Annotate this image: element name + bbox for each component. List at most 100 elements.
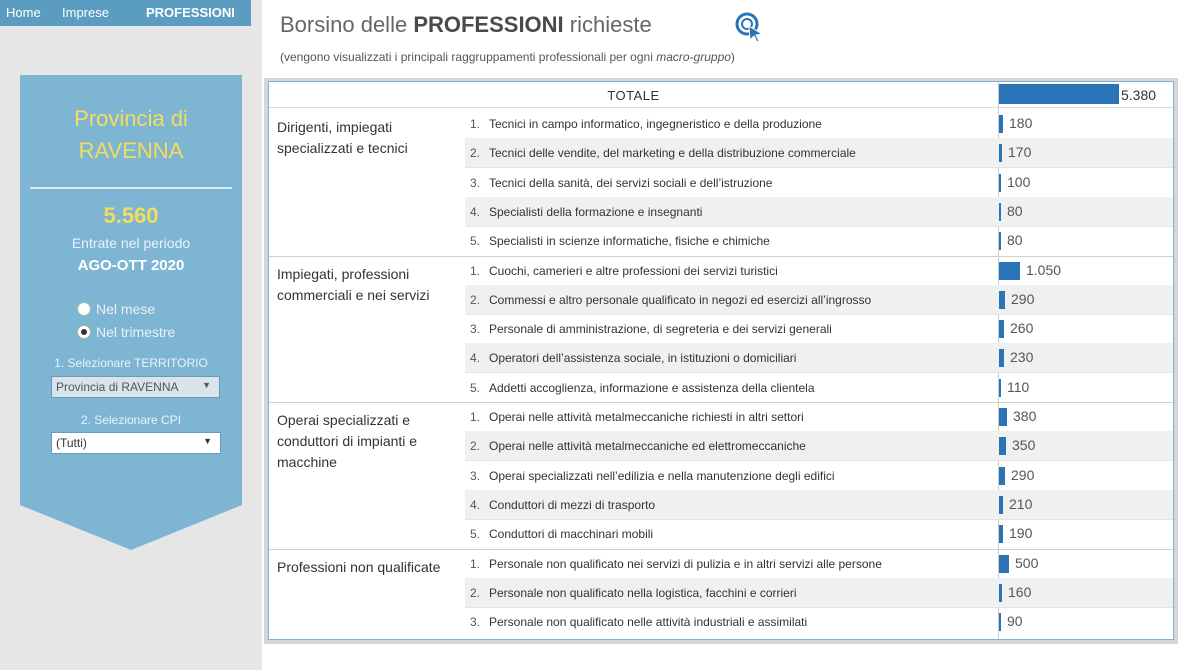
row-number: 2.: [470, 439, 481, 454]
group-block: Dirigenti, impiegati specializzati e tec…: [269, 109, 1173, 256]
value-bar: [999, 525, 1003, 544]
subtitle-pre: (vengono visualizzati i principali raggr…: [280, 50, 657, 64]
radio-mese-label: Nel mese: [96, 301, 156, 317]
table-row[interactable]: 1. Personale non qualificato nei servizi …: [465, 549, 1173, 579]
nav-imprese-link[interactable]: Imprese: [62, 5, 109, 20]
row-number: 3.: [470, 175, 481, 190]
row-description: Personale non qualificato nelle attività…: [489, 615, 808, 630]
province-title: Provincia di RAVENNA: [20, 103, 242, 167]
cpi-dropdown[interactable]: (Tutti) ▼: [51, 432, 221, 454]
row-description: Cuochi, camerieri e altre professioni de…: [489, 263, 778, 278]
row-description: Tecnici in campo informatico, ingegneris…: [489, 117, 822, 131]
value-bar: [999, 495, 1003, 514]
total-entrate-value: 5.560: [103, 203, 159, 228]
territorio-dropdown[interactable]: Provincia di RAVENNA ▼: [51, 376, 220, 398]
nav-professioni-link[interactable]: PROFESSIONI: [146, 5, 235, 20]
table-frame: TOTALE 5.380 Dirigenti, impiegati specia…: [264, 78, 1178, 644]
filter-panel: Provincia di RAVENNA 5.560 Entrate nel p…: [20, 75, 242, 550]
table-row[interactable]: 2. Commessi e altro personale qualificato…: [465, 284, 1173, 315]
value-bar: [999, 115, 1003, 133]
row-number: 3.: [470, 322, 481, 337]
row-description: Personale non qualificato nella logistic…: [489, 585, 797, 600]
value-bar: [999, 173, 1001, 192]
value-bar: [999, 349, 1004, 368]
table-row[interactable]: 3. Operai specializzati nell’edilizia e n…: [465, 461, 1173, 491]
row-value: 80: [1007, 202, 1023, 219]
row-number: 2.: [470, 146, 481, 161]
row-value: 290: [1011, 290, 1035, 307]
row-number: 3.: [470, 615, 481, 630]
group-label: Professioni non qualificate: [277, 558, 441, 575]
group-block: Impiegati, professioni commerciali e nei…: [269, 256, 1173, 403]
row-value: 1.050: [1026, 261, 1062, 278]
row-number: 2.: [470, 292, 481, 307]
entrate-label: Entrate nel periodo: [71, 235, 191, 251]
row-number: 4.: [470, 204, 481, 219]
row-value: 80: [1007, 232, 1023, 249]
table-row[interactable]: 1. Operai nelle attività metalmeccaniche …: [465, 402, 1173, 432]
province-line2: RAVENNA: [78, 138, 184, 163]
radio-nel-trimestre[interactable]: Nel trimestre: [77, 324, 175, 340]
value-bar: [999, 613, 1001, 632]
radio-trimestre-circle[interactable]: [77, 325, 91, 339]
row-number: 1.: [470, 117, 481, 131]
row-number: 5.: [470, 527, 481, 542]
row-description: Tecnici della sanità, dei servizi social…: [489, 175, 773, 190]
row-number: 5.: [470, 380, 481, 395]
row-value: 90: [1007, 613, 1023, 630]
table-row[interactable]: 3. Personale di amministrazione, di segre…: [465, 314, 1173, 345]
radio-trimestre-label: Nel trimestre: [96, 324, 176, 340]
table-row[interactable]: 5. Conduttori di macchinari mobili 190: [465, 519, 1173, 548]
value-bar: [999, 378, 1001, 397]
value-bar: [999, 437, 1006, 456]
subtitle-post: ): [730, 50, 735, 64]
page-subtitle: (vengono visualizzati i principali raggr…: [280, 50, 735, 64]
radio-nel-mese[interactable]: Nel mese: [77, 301, 155, 317]
value-bar: [999, 554, 1009, 573]
table-row[interactable]: 5. Specialisti in scienze informatiche, f…: [465, 226, 1173, 255]
table-row[interactable]: 3. Personale non qualificato nelle attivi…: [465, 607, 1173, 636]
table-row[interactable]: 3. Tecnici della sanità, dei servizi soci…: [465, 168, 1173, 198]
table-row[interactable]: 4. Operatori dell’assistenza sociale, in …: [465, 343, 1173, 374]
professions-table: TOTALE 5.380 Dirigenti, impiegati specia…: [268, 81, 1174, 640]
row-description: Tecnici delle vendite, del marketing e d…: [489, 146, 856, 161]
table-row[interactable]: 2. Personale non qualificato nella logist…: [465, 577, 1173, 608]
panel-divider: [30, 187, 232, 189]
search-cursor-icon[interactable]: [732, 10, 766, 44]
value-bar: [999, 232, 1001, 251]
table-row[interactable]: 1. Tecnici in campo informatico, ingegner…: [465, 109, 1173, 139]
row-number: 2.: [470, 585, 481, 600]
nav-home-link[interactable]: Home: [6, 5, 41, 20]
period-label: AGO-OTT 2020: [77, 257, 185, 274]
province-line1: Provincia di: [74, 106, 188, 131]
value-bar: [999, 583, 1002, 602]
row-number: 4.: [470, 497, 481, 512]
total-bar: [999, 84, 1119, 104]
group-block: Professioni non qualificate 1. Personale n…: [269, 549, 1173, 637]
row-description: Operai specializzati nell’edilizia e nel…: [489, 468, 835, 483]
row-value: 290: [1011, 466, 1035, 483]
table-row[interactable]: 1. Cuochi, camerieri e altre professioni …: [465, 256, 1173, 286]
table-row[interactable]: 4. Specialisti della formazione e insegna…: [465, 196, 1173, 227]
row-number: 4.: [470, 351, 481, 366]
total-row: TOTALE 5.380: [269, 82, 1173, 108]
row-number: 1.: [470, 556, 481, 571]
row-value: 230: [1010, 349, 1034, 366]
radio-mese-circle[interactable]: [77, 302, 91, 316]
value-bar: [999, 144, 1002, 163]
subtitle-em: macro-gruppo: [656, 50, 731, 64]
row-value: 210: [1009, 495, 1033, 512]
row-number: 1.: [470, 410, 481, 424]
value-bar: [999, 408, 1007, 426]
table-row[interactable]: 5. Addetti accoglienza, informazione e as…: [465, 373, 1173, 402]
row-description: Conduttori di mezzi di trasporto: [489, 497, 656, 512]
table-row[interactable]: 2. Operai nelle attività metalmeccaniche …: [465, 431, 1173, 462]
row-number: 5.: [470, 234, 481, 249]
row-value: 160: [1008, 583, 1032, 600]
table-row[interactable]: 2. Tecnici delle vendite, del marketing e…: [465, 138, 1173, 169]
total-label: TOTALE: [607, 88, 660, 103]
table-row[interactable]: 4. Conduttori di mezzi di trasporto 210: [465, 489, 1173, 520]
row-value: 500: [1015, 554, 1039, 571]
value-bar: [999, 466, 1005, 485]
total-value: 5.380: [1121, 87, 1157, 103]
